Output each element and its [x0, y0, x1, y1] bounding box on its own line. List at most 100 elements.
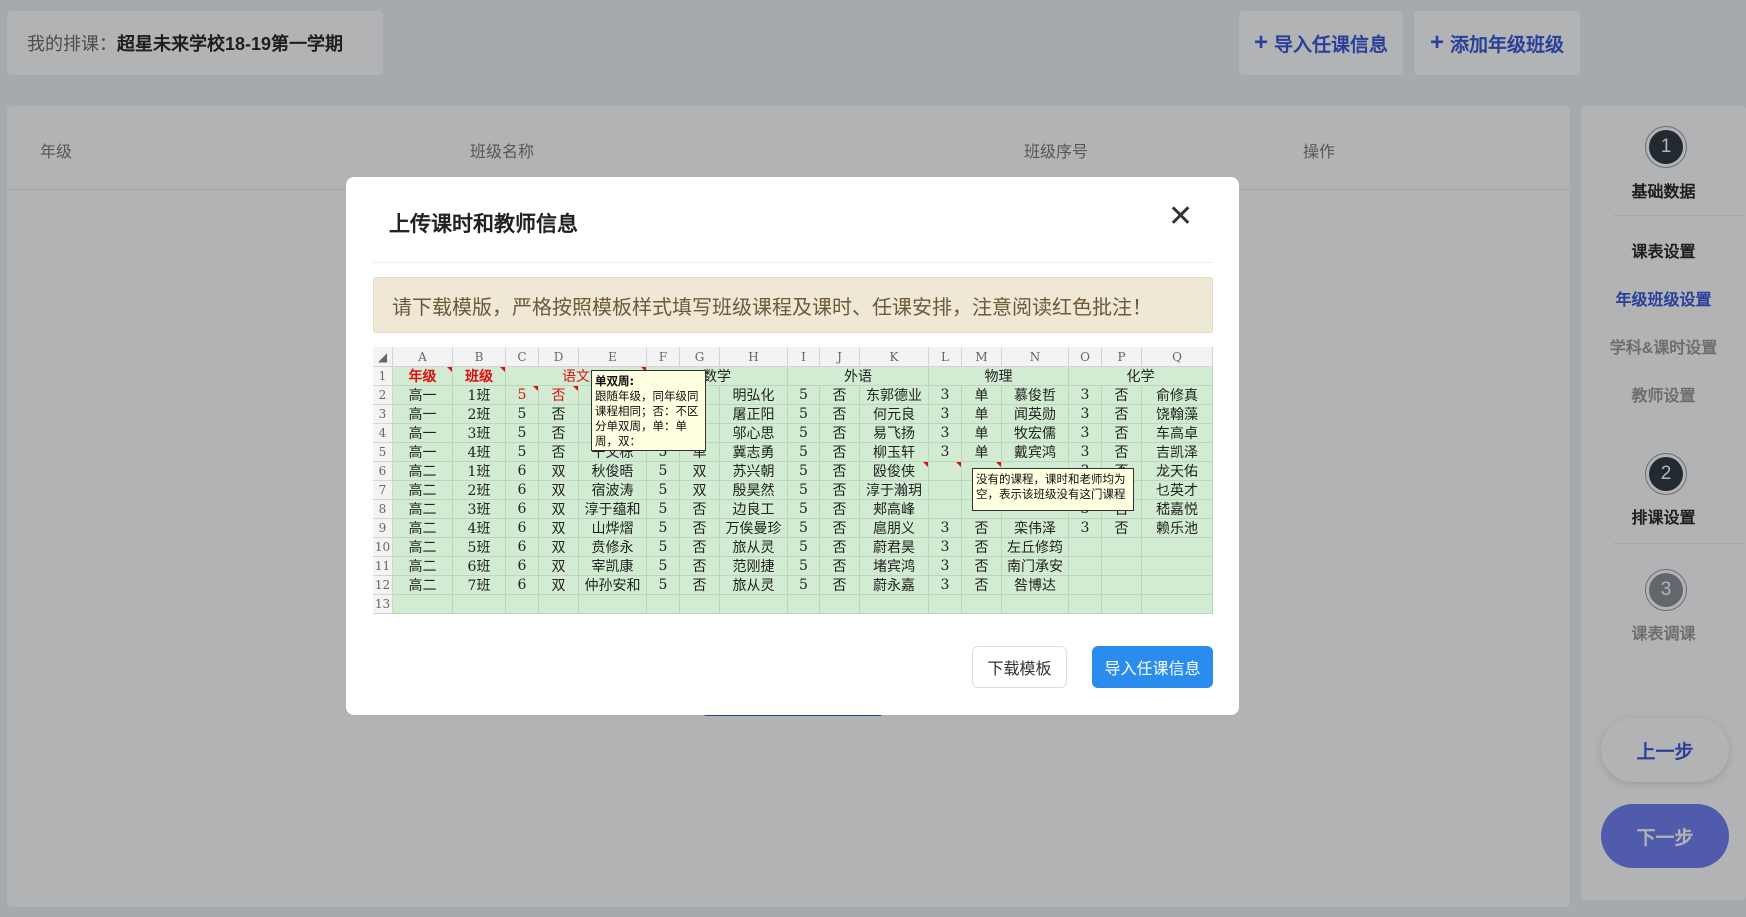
sheet-cell: 牧宏儒 — [1002, 424, 1069, 443]
import-teaching-info-submit-button[interactable]: 导入任课信息 — [1092, 646, 1213, 688]
sheet-cell — [1142, 538, 1213, 557]
column-header: D — [539, 347, 579, 367]
sheet-cell: 贲修永 — [579, 538, 647, 557]
column-header: Q — [1142, 347, 1213, 367]
row-number: 3 — [373, 405, 393, 424]
column-header: H — [720, 347, 788, 367]
row-number: 6 — [373, 462, 393, 481]
row-number: 11 — [373, 557, 393, 576]
sheet-cell: 否 — [962, 557, 1002, 576]
sheet-cell: 4班 — [453, 519, 506, 538]
row-number: 5 — [373, 443, 393, 462]
sheet-cell: 双 — [680, 462, 720, 481]
row-number: 1 — [373, 367, 393, 386]
sheet-cell: 边良工 — [720, 500, 788, 519]
column-header: M — [962, 347, 1002, 367]
sheet-cell: 易飞扬 — [860, 424, 929, 443]
sheet-cell: 东郭德业 — [860, 386, 929, 405]
row-number: 2 — [373, 386, 393, 405]
comment-title: 单双周: — [595, 374, 635, 388]
sheet-cell: 闻英勋 — [1002, 405, 1069, 424]
sheet-cell: 单 — [962, 386, 1002, 405]
sheet-cell: 郏高峰 — [860, 500, 929, 519]
sheet-cell — [820, 595, 860, 614]
sheet-cell — [720, 595, 788, 614]
sheet-cell: 高二 — [393, 576, 453, 595]
sheet-cell: 双 — [539, 519, 579, 538]
comment-indicator-icon — [996, 462, 1001, 467]
sheet-cell: 3 — [1069, 386, 1102, 405]
sheet-cell: 山烨熠 — [579, 519, 647, 538]
sheet-cell — [393, 595, 453, 614]
sheet-cell: 否 — [820, 443, 860, 462]
download-template-button[interactable]: 下载模板 — [972, 646, 1067, 688]
sheet-cell: 堵宾鸿 — [860, 557, 929, 576]
sheet-cell: 殴俊侠 — [860, 462, 929, 481]
notice-banner: 请下载模版，严格按照模板样式填写班级课程及课时、任课安排，注意阅读红色批注！ — [373, 277, 1213, 333]
sheet-cell: 否 — [820, 424, 860, 443]
column-header: E — [579, 347, 647, 367]
sheet-cell: 栾伟泽 — [1002, 519, 1069, 538]
comment-week-parity: 单双周: 跟随年级，同年级同课程相同；否：不区分单双周，单：单周，双： — [591, 370, 706, 451]
sheet-cell: 淳于蕴和 — [579, 500, 647, 519]
sheet-cell — [962, 595, 1002, 614]
sheet-cell: 5 — [788, 519, 820, 538]
sheet-cell: 否 — [820, 557, 860, 576]
sheet-cell: 2班 — [453, 481, 506, 500]
column-header: P — [1102, 347, 1142, 367]
sheet-cell: 1班 — [453, 386, 506, 405]
sheet-cell: 5 — [788, 386, 820, 405]
sheet-cell: 戴宾鸿 — [1002, 443, 1069, 462]
sheet-cell: 屠正阳 — [720, 405, 788, 424]
sheet-cell: 否 — [820, 405, 860, 424]
sheet-cell: 否 — [680, 557, 720, 576]
sheet-cell: 6班 — [453, 557, 506, 576]
sheet-cell: 明弘化 — [720, 386, 788, 405]
sheet-cell: 咎博达 — [1002, 576, 1069, 595]
column-header: I — [788, 347, 820, 367]
close-icon[interactable]: ✕ — [1168, 199, 1193, 234]
column-header: A — [393, 347, 453, 367]
header-cell-physics: 物理 — [929, 367, 1069, 386]
sheet-cell: 5 — [788, 405, 820, 424]
sheet-cell: 5 — [647, 576, 680, 595]
comment-indicator-icon — [500, 367, 505, 372]
sheet-cell: 否 — [962, 538, 1002, 557]
sheet-cell — [1069, 595, 1102, 614]
sheet-cell — [860, 595, 929, 614]
sheet-cell: 3 — [929, 519, 962, 538]
sheet-cell: 5 — [788, 557, 820, 576]
sheet-cell: 双 — [539, 500, 579, 519]
row-number: 8 — [373, 500, 393, 519]
column-header: J — [820, 347, 860, 367]
sheet-cell: 3班 — [453, 424, 506, 443]
sheet-cell: 嵇嘉悦 — [1142, 500, 1213, 519]
header-cell-chemistry: 化学 — [1069, 367, 1213, 386]
comment-body: 跟随年级，同年级同课程相同；否：不区分单双周，单：单周，双： — [595, 389, 699, 448]
template-preview: ◢ A B C D E F G H I J K L M N O P Q 1 2 3 4 5 6 7 8 9 10 11 12 13 年级 班级语… — [373, 347, 1213, 614]
sheet-cell: 仲孙安和 — [579, 576, 647, 595]
sheet-cell — [647, 595, 680, 614]
sheet-cell: 7班 — [453, 576, 506, 595]
comment-indicator-icon — [956, 462, 961, 467]
sheet-cell: 扈朋义 — [860, 519, 929, 538]
sheet-cell: 双 — [539, 576, 579, 595]
sheet-cell: 否 — [820, 519, 860, 538]
sheet-cell: 否 — [539, 424, 579, 443]
sheet-cell: 左丘修筠 — [1002, 538, 1069, 557]
column-header: O — [1069, 347, 1102, 367]
sheet-cell: 5 — [647, 538, 680, 557]
sheet-cell: 否 — [680, 500, 720, 519]
sheet-cell: 5 — [788, 443, 820, 462]
column-header: B — [453, 347, 506, 367]
sheet-cell: 5 — [647, 557, 680, 576]
sheet-cell: 吉凯泽 — [1142, 443, 1213, 462]
sheet-cell: 车高卓 — [1142, 424, 1213, 443]
sheet-cell: 否 — [539, 443, 579, 462]
sheet-cell: 5 — [788, 538, 820, 557]
row-number: 4 — [373, 424, 393, 443]
sheet-cell: 6 — [506, 481, 539, 500]
sheet-cell: 否 — [820, 462, 860, 481]
sheet-cell: 殷昊然 — [720, 481, 788, 500]
sheet-cell: 否 — [962, 576, 1002, 595]
